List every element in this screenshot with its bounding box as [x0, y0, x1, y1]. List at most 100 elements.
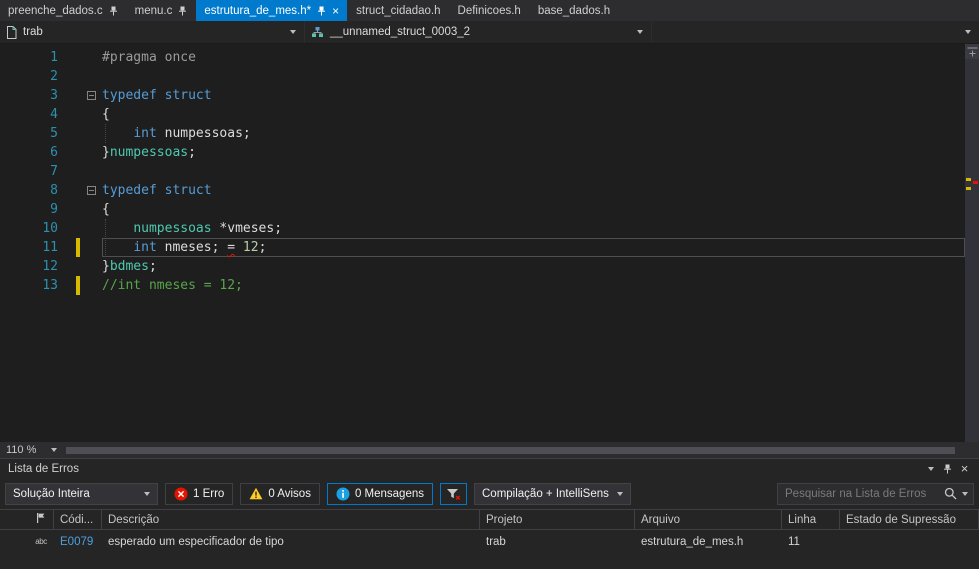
window-position-icon[interactable] [922, 466, 939, 471]
fold-margin[interactable] [80, 86, 102, 105]
code-line-8[interactable]: 8 typedef struct [0, 181, 965, 200]
search-box [777, 482, 974, 505]
error-code-link[interactable]: E0079 [60, 536, 93, 548]
filter-button[interactable] [440, 482, 467, 505]
tab-label: estrutura_de_mes.h* [204, 4, 312, 17]
close-icon[interactable]: × [956, 461, 973, 476]
tab-estrutura-de-mes-h[interactable]: estrutura_de_mes.h* × [196, 0, 348, 21]
type-scope-dropdown[interactable]: __unnamed_struct_0003_2 [305, 21, 652, 43]
fold-margin [80, 48, 102, 67]
vertical-scrollbar[interactable] [965, 44, 979, 442]
tab-bar: preenche_dados.c menu.c estrutura_de_mes.h… [0, 0, 979, 21]
pin-icon[interactable] [939, 464, 956, 474]
error-table-header: Códi... Descrição Projeto Arquivo Linha … [0, 509, 979, 530]
source-filter-dropdown[interactable]: Compilação + IntelliSens [474, 482, 631, 505]
code-text: int numpessoas; [133, 126, 251, 141]
suppression-column-header[interactable]: Estado de Supressão [840, 510, 979, 529]
member-scope-dropdown[interactable] [652, 21, 979, 43]
warnings-filter-button[interactable]: 0 Avisos [240, 482, 320, 505]
code-line-3[interactable]: 3 typedef struct [0, 86, 965, 105]
collapse-region-icon[interactable] [86, 186, 96, 195]
severity-column-header[interactable] [28, 510, 54, 529]
tab-base-dados-h[interactable]: base_dados.h [530, 0, 618, 21]
horizontal-scrollbar-thumb[interactable] [66, 446, 955, 454]
line-number: 9 [50, 202, 58, 217]
code-line-9[interactable]: 9{ [0, 200, 965, 219]
line-number: 10 [42, 221, 58, 236]
error-row[interactable]: abc E0079 esperado um especificador de tip… [0, 530, 979, 553]
tab-definicoes-h[interactable]: Definicoes.h [450, 0, 529, 21]
code-line-4[interactable]: 4{ [0, 105, 965, 124]
collapse-region-icon[interactable] [86, 91, 96, 100]
code-lines: 1 #pragma once 2 3 typedef struct 4{5 int num… [0, 48, 965, 295]
errors-filter-button[interactable]: 1 Erro [165, 482, 234, 505]
tab-struct-cidadao-h[interactable]: struct_cidadao.h [348, 0, 448, 21]
code-line-13[interactable]: 13 //int nmeses = 12; [0, 276, 965, 295]
code-line-5[interactable]: 5 int numpessoas; [0, 124, 965, 143]
search-icon[interactable] [944, 487, 957, 500]
messages-filter-button[interactable]: 0 Mensagens [326, 482, 433, 505]
tab-label: Definicoes.h [457, 4, 521, 17]
error-rows: abc E0079 esperado um especificador de tip… [0, 530, 979, 569]
error-list-panel: Lista de Erros × Solução Inteira 1 Erro [0, 458, 979, 569]
fold-margin [80, 238, 102, 257]
line-number: 4 [50, 107, 58, 122]
pin-icon[interactable] [317, 6, 326, 16]
line-number: 13 [42, 278, 58, 293]
code-editor[interactable]: 1 #pragma once 2 3 typedef struct 4{5 int num… [0, 44, 979, 442]
scope-filter-dropdown[interactable]: Solução Inteira [5, 482, 158, 505]
code-line-10[interactable]: 10 numpessoas *vmeses; [0, 219, 965, 238]
project-scope-dropdown[interactable]: trab [0, 21, 305, 43]
code-line-1[interactable]: 1 #pragma once [0, 48, 965, 67]
error-description: esperado um especificador de tipo [108, 535, 284, 548]
file-icon [6, 25, 17, 39]
chevron-down-icon [51, 448, 57, 452]
warnings-filter-label: 0 Avisos [268, 487, 311, 500]
code-text: { [102, 107, 110, 122]
code-text: }bdmes; [102, 259, 157, 274]
struct-icon [311, 26, 324, 38]
code-text: typedef struct [102, 183, 212, 198]
close-icon[interactable]: × [332, 5, 339, 17]
error-mark [973, 181, 978, 184]
pin-icon[interactable] [178, 6, 187, 16]
search-input[interactable] [785, 487, 939, 500]
fold-margin[interactable] [80, 181, 102, 200]
line-column-header[interactable]: Linha [782, 510, 840, 529]
editor-bottom-bar: 110 % [0, 442, 979, 458]
messages-filter-label: 0 Mensagens [354, 487, 424, 500]
split-editor-handle[interactable] [965, 44, 979, 59]
code-text: int nmeses; = 12; [102, 238, 965, 257]
line-number: 5 [50, 126, 58, 141]
tab-preenche-dados-c[interactable]: preenche_dados.c [0, 0, 126, 21]
code-column-header[interactable]: Códi... [54, 510, 102, 529]
tab-menu-c[interactable]: menu.c [127, 0, 196, 21]
zoom-level: 110 % [6, 444, 37, 456]
project-column-header[interactable]: Projeto [480, 510, 635, 529]
code-text: numpessoas *vmeses; [133, 221, 283, 236]
intellisense-error-icon: abc [35, 537, 47, 546]
panel-header: Lista de Erros × [0, 459, 979, 478]
code-line-2[interactable]: 2 [0, 67, 965, 86]
code-line-6[interactable]: 6}numpessoas; [0, 143, 965, 162]
pin-icon[interactable] [109, 6, 118, 16]
fold-margin [80, 105, 102, 124]
source-filter-label: Compilação + IntelliSens [482, 487, 609, 500]
code-line-7[interactable]: 7 [0, 162, 965, 181]
fold-margin [80, 67, 102, 86]
horizontal-scrollbar[interactable] [64, 442, 965, 458]
line-number: 1 [50, 50, 58, 65]
file-column-header[interactable]: Arquivo [635, 510, 782, 529]
code-line-11[interactable]: 11 int nmeses; = 12; [0, 238, 965, 257]
navigation-bar: trab __unnamed_struct_0003_2 [0, 21, 979, 44]
code-line-12[interactable]: 12}bdmes; [0, 257, 965, 276]
description-column-header[interactable]: Descrição [102, 510, 480, 529]
line-number: 8 [50, 183, 58, 198]
chevron-down-icon[interactable] [962, 491, 968, 496]
ide-window: preenche_dados.c menu.c estrutura_de_mes.h… [0, 0, 979, 569]
fold-margin [80, 200, 102, 219]
error-list-toolbar: Solução Inteira 1 Erro 0 Avisos 0 Mensag… [0, 478, 979, 509]
zoom-control[interactable]: 110 % [0, 442, 64, 458]
chevron-down-icon [290, 30, 296, 34]
